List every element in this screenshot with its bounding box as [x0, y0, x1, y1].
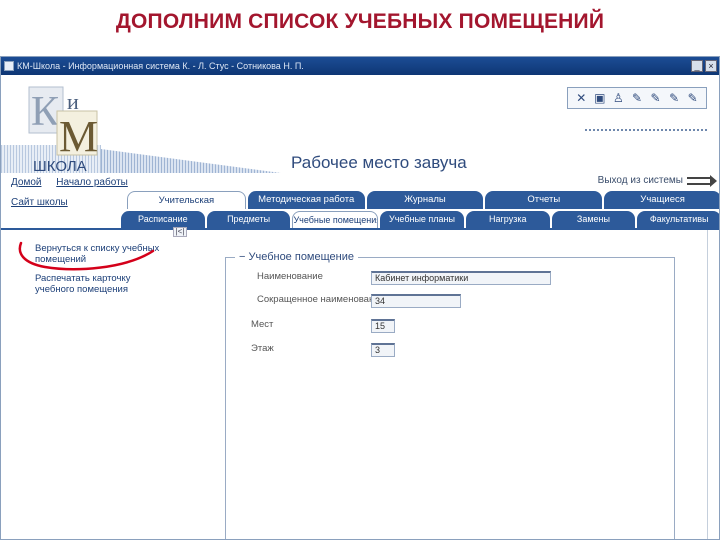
logo-school: ШКОЛА	[33, 158, 87, 175]
toolbar: ✕ ▣ ♙ ✎ ✎ ✎ ✎	[567, 87, 707, 109]
subtab-schedule[interactable]: Расписание	[121, 211, 205, 228]
main-tabs: Учительская Методическая работа Журналы …	[127, 191, 719, 209]
short-name-field[interactable]: 34	[371, 294, 461, 308]
seats-label: Мест	[251, 319, 274, 330]
app-icon	[4, 61, 14, 71]
window-titlebar[interactable]: КМ-Школа - Информационная система К. - Л…	[1, 57, 719, 75]
logo-letter-k: К	[31, 89, 60, 135]
minimize-button[interactable]: _	[691, 60, 703, 72]
floor-label: Этаж	[251, 343, 274, 354]
subtab-subjects[interactable]: Предметы	[206, 211, 291, 228]
km-school-logo: К и М ШКОЛА	[28, 86, 98, 175]
toolbar-dotted-line	[585, 129, 707, 131]
subtab-curricula[interactable]: Учебные планы	[380, 211, 464, 228]
subtab-substitutions[interactable]: Замены	[551, 211, 636, 228]
exit-link[interactable]: Выход из системы	[597, 174, 717, 187]
short-name-label: Сокращенное наименование	[257, 294, 385, 305]
name-field[interactable]: Кабинет информатики	[371, 271, 551, 285]
tab-methodical-work[interactable]: Методическая работа	[247, 191, 365, 209]
subtab-classrooms[interactable]: Учебные помещения	[292, 211, 379, 228]
classroom-legend[interactable]: − Учебное помещение	[235, 251, 358, 263]
sub-tabs: Расписание Предметы Учебные помещения Уч…	[121, 211, 719, 228]
main-content: − Учебное помещение Наименование Кабинет…	[187, 239, 707, 539]
seats-field[interactable]: 15	[371, 319, 395, 333]
window-controls: _ ×	[691, 60, 717, 72]
exit-label: Выход из системы	[597, 175, 683, 186]
tab-reports[interactable]: Отчеты	[485, 191, 603, 209]
floor-field[interactable]: 3	[371, 343, 395, 357]
close-doc-icon[interactable]: ✕	[574, 91, 588, 105]
tab-journals[interactable]: Журналы	[366, 191, 484, 209]
print-card-link[interactable]: Распечатать карточку учебного помещения	[35, 273, 165, 295]
window-title: КМ-Школа - Информационная система К. - Л…	[17, 61, 304, 71]
pencil-icon[interactable]: ✎	[667, 91, 681, 105]
tab-students[interactable]: Учащиеся	[604, 191, 719, 209]
name-label: Наименование	[257, 271, 323, 282]
site-link[interactable]: Сайт школы	[11, 197, 68, 208]
top-nav: Домой Начало работы	[11, 177, 140, 188]
slide-title: ДОПОЛНИМ СПИСОК УЧЕБНЫХ ПОМЕЩЕНИЙ	[115, 10, 605, 33]
pencil-icon[interactable]: ✎	[649, 91, 663, 105]
logo-letter-i: и	[67, 89, 79, 114]
subtab-electives[interactable]: Факультативы	[637, 211, 719, 228]
logo-letter-m: М	[59, 112, 98, 161]
pencil-icon[interactable]: ✎	[686, 91, 700, 105]
subtab-workload[interactable]: Нагрузка	[465, 211, 550, 228]
app-window: КМ-Школа - Информационная система К. - Л…	[0, 56, 720, 540]
collapse-sidebar-button[interactable]: |<|	[173, 227, 187, 237]
app-header: К и М ШКОЛА Рабочее место завуча ✕ ▣ ♙ ✎…	[1, 75, 719, 177]
close-button[interactable]: ×	[705, 60, 717, 72]
right-scroll-area[interactable]	[707, 230, 719, 539]
exit-arrow-icon	[687, 174, 717, 187]
tab-teachers-room[interactable]: Учительская	[127, 191, 246, 209]
pencil-icon[interactable]: ✎	[630, 91, 644, 105]
red-underline-annotation	[18, 241, 155, 271]
user-icon[interactable]: ♙	[611, 91, 625, 105]
start-link[interactable]: Начало работы	[56, 177, 128, 188]
workplace-title: Рабочее место завуча	[291, 153, 467, 172]
home-link[interactable]: Домой	[11, 177, 41, 188]
save-icon[interactable]: ▣	[593, 91, 607, 105]
